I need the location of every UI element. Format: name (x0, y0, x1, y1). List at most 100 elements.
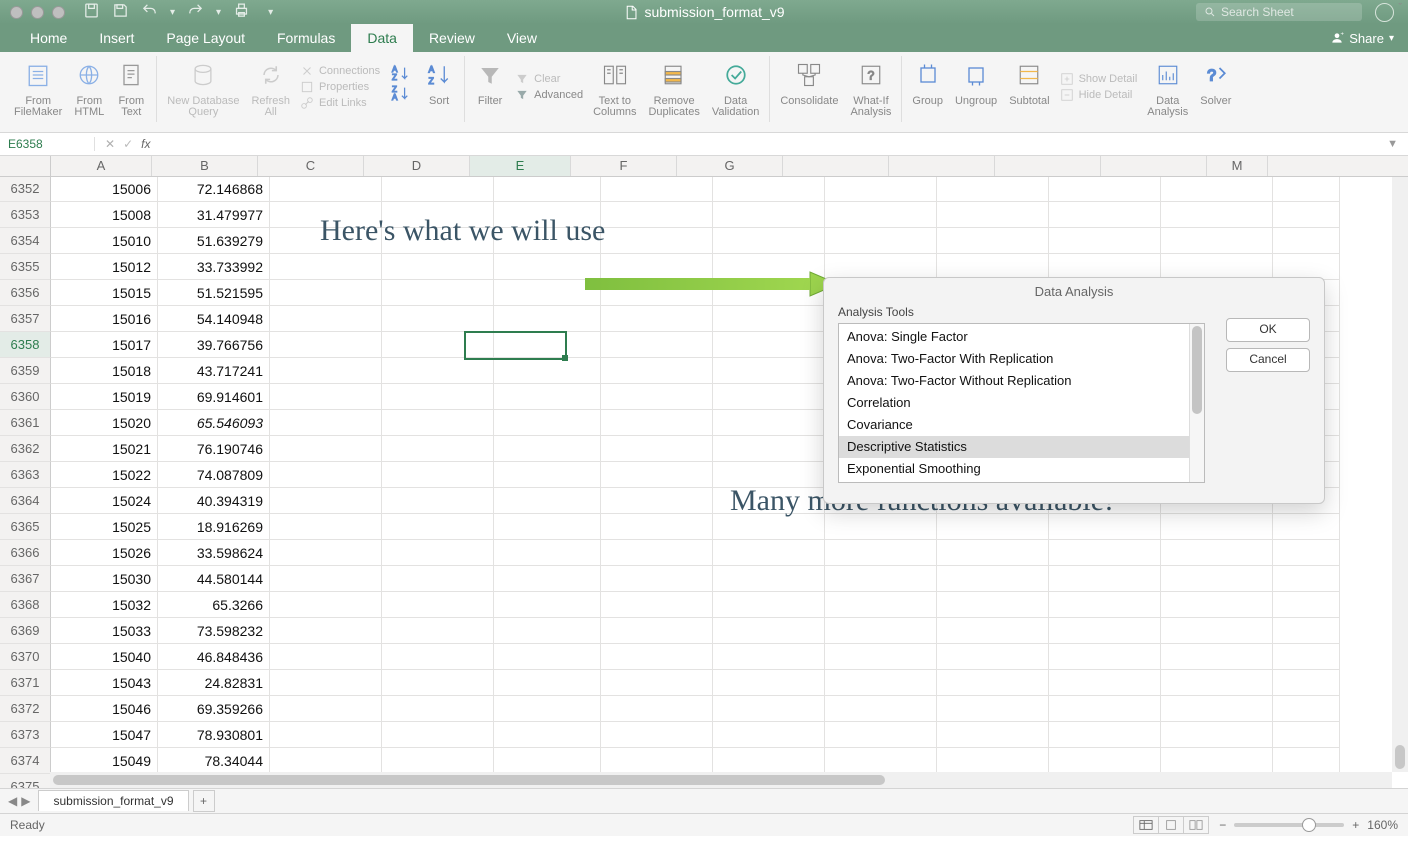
page-break-view-icon[interactable] (1184, 817, 1208, 833)
cell[interactable]: 65.546093 (158, 410, 270, 436)
cell[interactable] (382, 332, 494, 358)
cell[interactable] (494, 358, 601, 384)
column-header[interactable]: E (470, 156, 571, 176)
row-header[interactable]: 6370 (0, 644, 51, 670)
from-text-button[interactable]: FromText (110, 56, 157, 122)
cell[interactable] (270, 722, 382, 748)
name-box[interactable]: E6358 (0, 137, 95, 151)
cell[interactable] (601, 228, 713, 254)
cell[interactable]: 15019 (51, 384, 158, 410)
cell[interactable] (1273, 670, 1340, 696)
cell[interactable] (1161, 618, 1273, 644)
column-header[interactable] (1101, 156, 1207, 176)
cell[interactable] (270, 748, 382, 774)
cell[interactable]: 15018 (51, 358, 158, 384)
cell[interactable] (713, 410, 825, 436)
cell[interactable] (382, 644, 494, 670)
row-header[interactable]: 6368 (0, 592, 51, 618)
row-header[interactable]: 6364 (0, 488, 51, 514)
cell[interactable] (382, 670, 494, 696)
cell[interactable] (270, 254, 382, 280)
cell[interactable] (494, 306, 601, 332)
cell[interactable] (825, 722, 937, 748)
cell[interactable] (601, 332, 713, 358)
cell[interactable] (1161, 696, 1273, 722)
view-buttons[interactable] (1133, 816, 1209, 834)
cell[interactable] (382, 202, 494, 228)
cell[interactable] (1161, 176, 1273, 202)
horizontal-scrollbar[interactable] (50, 772, 1392, 788)
list-item[interactable]: Anova: Single Factor (839, 326, 1204, 348)
cell[interactable] (825, 514, 937, 540)
undo-icon[interactable] (141, 2, 158, 22)
collapse-ribbon-icon[interactable]: ˇ (1398, 2, 1402, 14)
row-header[interactable]: 6365 (0, 514, 51, 540)
cell[interactable] (937, 670, 1049, 696)
cell[interactable] (825, 696, 937, 722)
row-header[interactable]: 6361 (0, 410, 51, 436)
sheet-next-icon[interactable]: ▶ (21, 794, 30, 808)
cell[interactable] (601, 540, 713, 566)
cell[interactable] (1273, 618, 1340, 644)
cell[interactable] (494, 696, 601, 722)
row-header[interactable]: 6360 (0, 384, 51, 410)
sheet-prev-icon[interactable]: ◀ (8, 794, 17, 808)
cell[interactable] (825, 228, 937, 254)
cell[interactable]: 15043 (51, 670, 158, 696)
cell[interactable] (270, 358, 382, 384)
list-item[interactable]: Anova: Two-Factor Without Replication (839, 370, 1204, 392)
cell[interactable] (494, 722, 601, 748)
cell[interactable] (270, 176, 382, 202)
cell[interactable] (1049, 748, 1161, 774)
cell[interactable] (270, 644, 382, 670)
filter-button[interactable]: Filter (469, 56, 511, 107)
cell[interactable]: 24.82831 (158, 670, 270, 696)
row-header[interactable]: 6352 (0, 176, 51, 202)
cell[interactable] (601, 306, 713, 332)
cell[interactable]: 39.766756 (158, 332, 270, 358)
cell[interactable] (713, 280, 825, 306)
cell[interactable] (713, 592, 825, 618)
cell[interactable] (713, 696, 825, 722)
cell[interactable] (382, 176, 494, 202)
row-header[interactable]: 6355 (0, 254, 51, 280)
list-item[interactable]: Anova: Two-Factor With Replication (839, 348, 1204, 370)
list-item[interactable]: Descriptive Statistics (839, 436, 1204, 458)
cell[interactable] (1161, 566, 1273, 592)
list-item[interactable]: Covariance (839, 414, 1204, 436)
cell[interactable] (382, 540, 494, 566)
select-all-corner[interactable] (0, 156, 51, 176)
text-to-columns-button[interactable]: Text toColumns (587, 56, 642, 118)
cell[interactable] (270, 410, 382, 436)
cell[interactable] (713, 566, 825, 592)
cell[interactable] (270, 696, 382, 722)
column-header[interactable]: D (364, 156, 470, 176)
cell[interactable] (382, 462, 494, 488)
from-html-button[interactable]: FromHTML (68, 56, 110, 118)
cell[interactable]: 15012 (51, 254, 158, 280)
cell[interactable] (1049, 592, 1161, 618)
cell[interactable] (1049, 514, 1161, 540)
cell[interactable]: 74.087809 (158, 462, 270, 488)
column-header[interactable]: B (152, 156, 258, 176)
row-header[interactable]: 6363 (0, 462, 51, 488)
cell[interactable] (494, 644, 601, 670)
subtotal-button[interactable]: Subtotal (1003, 56, 1055, 107)
cell[interactable] (1273, 540, 1340, 566)
column-header[interactable] (889, 156, 995, 176)
spreadsheet-grid[interactable]: ABCDEFGM 63521500672.14686863531500831.4… (0, 156, 1408, 788)
cell[interactable]: 15040 (51, 644, 158, 670)
column-header[interactable]: F (571, 156, 677, 176)
cell[interactable] (601, 384, 713, 410)
cell[interactable] (1273, 514, 1340, 540)
cell[interactable]: 54.140948 (158, 306, 270, 332)
list-item[interactable]: Exponential Smoothing (839, 458, 1204, 480)
cell[interactable]: 15049 (51, 748, 158, 774)
cell[interactable]: 76.190746 (158, 436, 270, 462)
hide-detail-button[interactable]: Hide Detail (1060, 88, 1138, 102)
row-header[interactable]: 6353 (0, 202, 51, 228)
cell[interactable] (1161, 670, 1273, 696)
cell[interactable] (1161, 644, 1273, 670)
cell[interactable] (382, 384, 494, 410)
cell[interactable]: 15020 (51, 410, 158, 436)
